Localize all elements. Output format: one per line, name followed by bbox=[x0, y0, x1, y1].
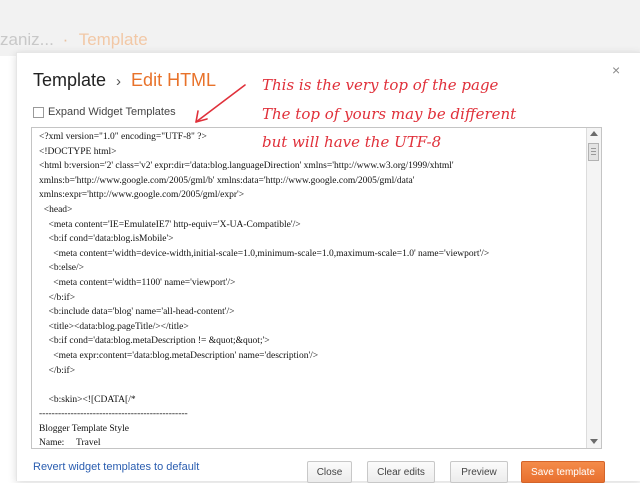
background-current-page: Template bbox=[78, 30, 148, 49]
scroll-down-arrow-icon[interactable] bbox=[590, 439, 598, 444]
html-editor[interactable]: <?xml version="1.0" encoding="UTF-8" ?> … bbox=[31, 127, 602, 449]
scroll-up-arrow-icon[interactable] bbox=[590, 131, 598, 136]
background-separator: · bbox=[62, 30, 69, 49]
annotation-line-3: but will have the UTF-8 bbox=[262, 133, 442, 151]
close-icon[interactable]: × bbox=[612, 62, 620, 78]
annotation-line-2: The top of yours may be different bbox=[262, 104, 517, 123]
revert-widget-templates-link[interactable]: Revert widget templates to default bbox=[33, 461, 199, 473]
breadcrumb-template[interactable]: Template bbox=[33, 70, 106, 90]
expand-widget-templates-option[interactable]: Expand Widget Templates bbox=[33, 106, 176, 118]
expand-widget-templates-label: Expand Widget Templates bbox=[48, 106, 176, 118]
chevron-right-icon: › bbox=[116, 73, 122, 90]
dialog-breadcrumb: Template › Edit HTML bbox=[33, 70, 216, 91]
expand-widget-templates-checkbox[interactable] bbox=[33, 106, 44, 118]
editor-scrollbar[interactable] bbox=[586, 128, 601, 448]
background-breadcrumb: zaniz... · Template bbox=[0, 30, 148, 50]
annotation-arrow-icon bbox=[195, 84, 246, 123]
annotation-text: This is the very top of the page The top… bbox=[262, 71, 516, 157]
annotation-line-1: This is the very top of the page bbox=[262, 76, 499, 94]
scrollbar-thumb[interactable] bbox=[588, 143, 599, 161]
template-code-text[interactable]: <?xml version="1.0" encoding="UTF-8" ?> … bbox=[39, 130, 587, 448]
background-blog-name: zaniz... bbox=[0, 30, 54, 49]
